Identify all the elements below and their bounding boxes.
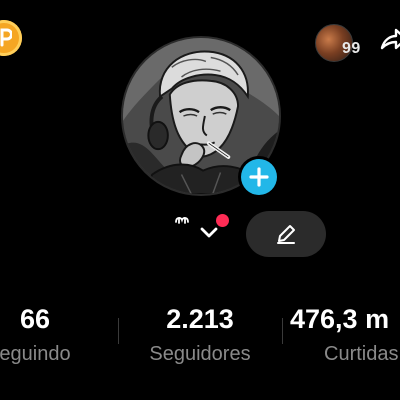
stat-followers[interactable]: 2.213 Seguidores <box>130 303 270 367</box>
add-story-button[interactable] <box>238 156 280 198</box>
chevron-down-icon[interactable] <box>199 226 219 240</box>
following-count: 66 <box>19 304 51 334</box>
following-label: eguindo <box>0 343 71 365</box>
share-icon[interactable] <box>378 26 400 56</box>
profile-screen: 99 66 eguindo 2.213 Seguidores 476,3 m C… <box>0 0 400 400</box>
followers-label: Seguidores <box>149 343 251 365</box>
stat-divider <box>118 318 119 344</box>
coin-icon[interactable] <box>0 20 22 56</box>
likes-count: 476,3 m <box>290 304 390 334</box>
notification-dot <box>216 214 229 227</box>
add-button-circle <box>241 159 277 195</box>
pronoun-icon <box>175 217 189 224</box>
stat-likes[interactable]: 476,3 m Curtidas <box>290 303 400 367</box>
pencil-icon <box>277 225 295 244</box>
story-count: 99 <box>342 40 361 57</box>
followers-count: 2.213 <box>166 304 234 334</box>
stat-divider <box>282 318 283 344</box>
plus-icon <box>249 167 269 187</box>
edit-profile-button[interactable] <box>246 211 326 257</box>
stat-following[interactable]: 66 eguindo <box>0 303 100 367</box>
coin-glyph <box>0 28 12 47</box>
likes-label: Curtidas <box>324 343 399 365</box>
